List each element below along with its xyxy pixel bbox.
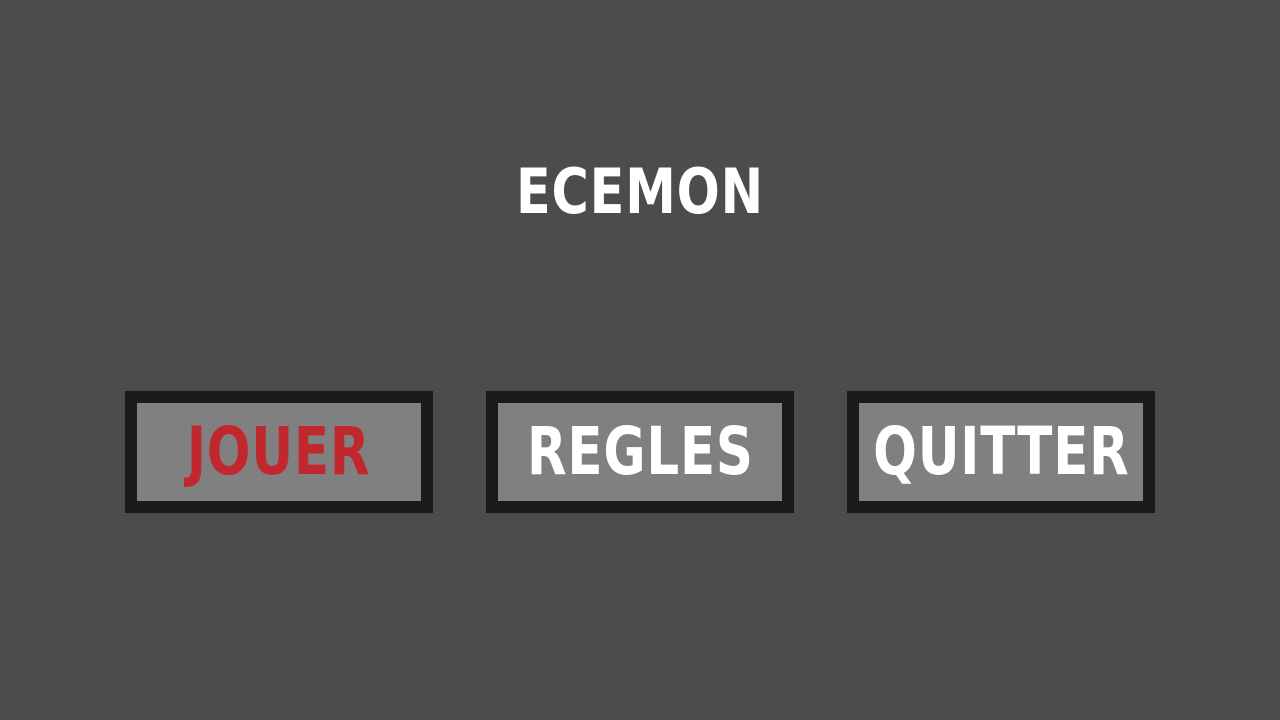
rules-button[interactable]: REGLES	[486, 391, 794, 513]
quit-button-label: QUITTER	[872, 413, 1130, 490]
play-button-label: JOUER	[187, 413, 371, 490]
rules-button-label: REGLES	[526, 413, 754, 490]
game-title: ECEMON	[515, 155, 765, 228]
quit-button[interactable]: QUITTER	[847, 391, 1155, 513]
play-button[interactable]: JOUER	[125, 391, 433, 513]
main-menu-screen: ECEMON JOUER REGLES QUITTER	[0, 0, 1280, 720]
